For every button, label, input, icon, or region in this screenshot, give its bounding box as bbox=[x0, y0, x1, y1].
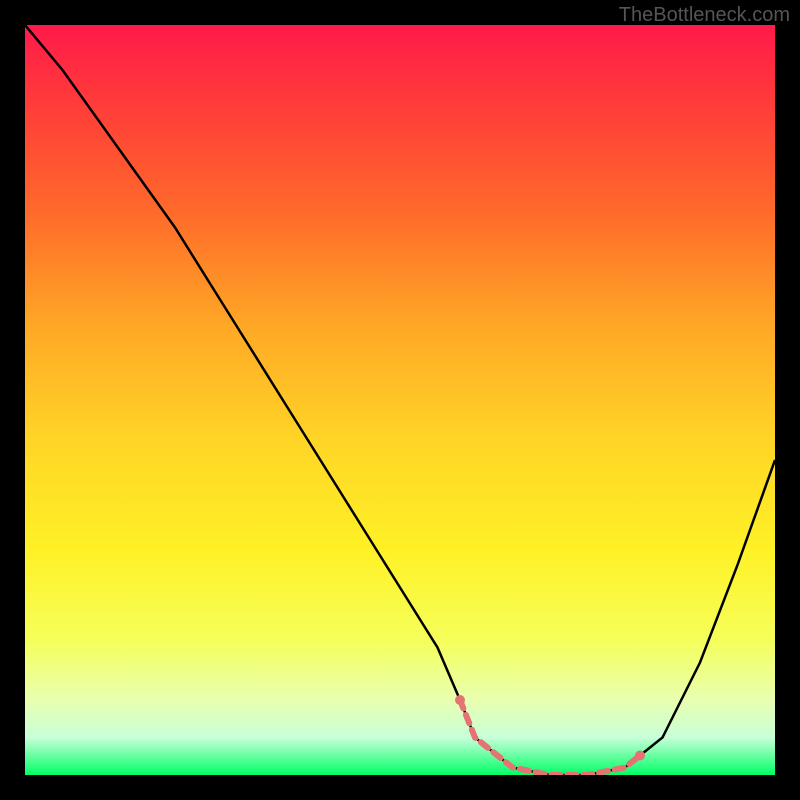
bottleneck-curve bbox=[25, 25, 775, 775]
watermark-text: TheBottleneck.com bbox=[619, 4, 790, 27]
chart-plot-area bbox=[25, 25, 775, 775]
